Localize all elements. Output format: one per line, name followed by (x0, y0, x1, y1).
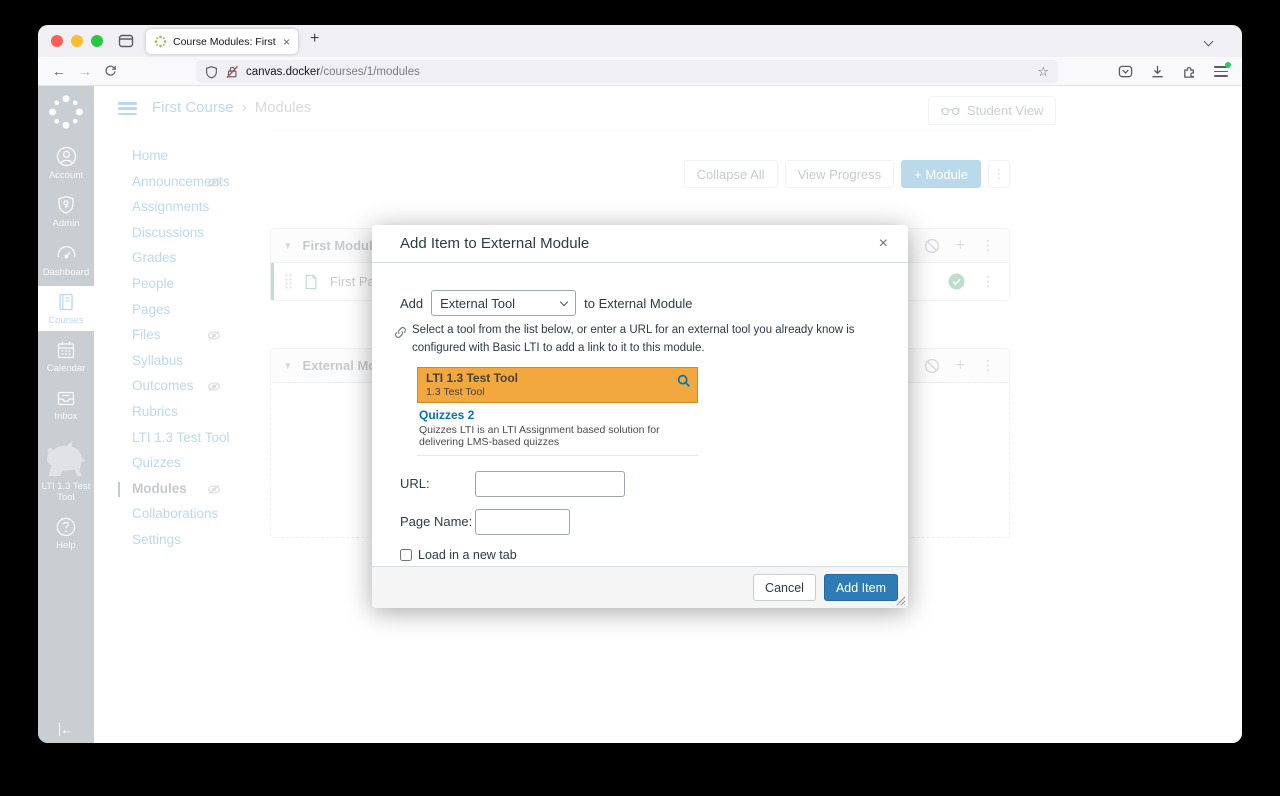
close-window-button[interactable] (51, 35, 63, 47)
browser-tab[interactable]: Course Modules: First Course × (146, 29, 298, 54)
external-tool-list: LTI 1.3 Test Tool 1.3 Test Tool Quizzes … (417, 367, 698, 456)
url-path: /courses/1/modules (320, 66, 420, 78)
destination-label: to External Module (584, 296, 692, 311)
url-field-row: URL: (400, 471, 880, 497)
dialog-footer: Cancel Add Item (372, 566, 908, 608)
menu-notification-dot (1225, 62, 1231, 68)
firefox-view-icon[interactable] (118, 33, 134, 49)
browser-window: Course Modules: First Course × + ← → (38, 25, 1242, 743)
item-type-select[interactable]: External Tool (431, 290, 576, 316)
canvas-favicon (154, 35, 167, 48)
tab-title: Course Modules: First Course (173, 36, 277, 48)
extensions-puzzle-icon[interactable] (1182, 64, 1197, 79)
load-new-tab-label: Load in a new tab (418, 548, 517, 562)
toolbar-right-icons (1118, 57, 1228, 86)
url-input[interactable] (475, 471, 625, 497)
zoom-window-button[interactable] (91, 35, 103, 47)
window-controls (51, 35, 103, 47)
new-tab-row: Load in a new tab (400, 548, 880, 562)
tracking-protection-shield-icon[interactable] (205, 65, 218, 79)
add-item-button[interactable]: Add Item (824, 574, 898, 601)
reload-icon[interactable] (104, 64, 117, 77)
url-bar[interactable]: canvas.docker/courses/1/modules ☆ (196, 60, 1058, 83)
tab-close-icon[interactable]: × (283, 36, 290, 48)
dialog-title: Add Item to External Module (400, 235, 589, 252)
tool-name: LTI 1.3 Test Tool (426, 371, 673, 385)
dialog-header: Add Item to External Module × (372, 225, 908, 263)
item-type-select-wrapper: External Tool (431, 290, 576, 316)
link-icon (394, 326, 407, 358)
tool-option-quizzes-2[interactable]: Quizzes 2 Quizzes LTI is an LTI Assignme… (417, 403, 698, 450)
tool-option-lti-test-tool[interactable]: LTI 1.3 Test Tool 1.3 Test Tool (417, 367, 698, 403)
add-label: Add (400, 296, 423, 311)
forward-button[interactable]: → (78, 62, 92, 80)
download-icon[interactable] (1150, 64, 1165, 79)
dialog-close-icon[interactable]: × (875, 231, 892, 257)
new-tab-button[interactable]: + (310, 30, 319, 48)
magnifier-icon[interactable] (677, 374, 691, 388)
page-name-field-row: Page Name: (400, 509, 880, 535)
bookmark-star-icon[interactable]: ☆ (1037, 64, 1049, 80)
url-text: canvas.docker/courses/1/modules (246, 66, 420, 78)
add-item-dialog: Add Item to External Module × Add Extern… (372, 225, 908, 608)
url-host: canvas.docker (246, 66, 320, 78)
description-row: Select a tool from the list below, or en… (394, 322, 880, 358)
insecure-lock-icon[interactable] (225, 65, 239, 79)
page-name-label: Page Name: (400, 514, 475, 529)
url-label: URL: (400, 476, 475, 491)
tool-name: Quizzes 2 (419, 408, 696, 422)
canvas-page: Account Admin Dashboard (38, 86, 1242, 743)
browser-toolbar: ← → canvas.docker/courses/1/modules ☆ (38, 57, 1242, 86)
cancel-button[interactable]: Cancel (753, 574, 816, 601)
firefox-menu-icon[interactable] (1214, 66, 1228, 77)
dialog-resize-handle[interactable] (896, 596, 906, 606)
dialog-body: Add External Tool to External Module (372, 290, 908, 597)
browser-tab-bar: Course Modules: First Course × + (38, 25, 1242, 57)
tool-list-divider (417, 455, 698, 456)
back-button[interactable]: ← (52, 62, 66, 80)
load-new-tab-checkbox[interactable] (400, 549, 412, 561)
tool-description: 1.3 Test Tool (426, 386, 673, 398)
item-type-row: Add External Tool to External Module (400, 290, 880, 316)
tool-instructions: Select a tool from the list below, or en… (412, 322, 880, 358)
list-tabs-chevron-icon[interactable] (1204, 37, 1214, 47)
minimize-window-button[interactable] (71, 35, 83, 47)
pocket-icon[interactable] (1118, 64, 1133, 79)
tool-description: Quizzes LTI is an LTI Assignment based s… (419, 424, 696, 448)
page-name-input[interactable] (475, 509, 570, 535)
